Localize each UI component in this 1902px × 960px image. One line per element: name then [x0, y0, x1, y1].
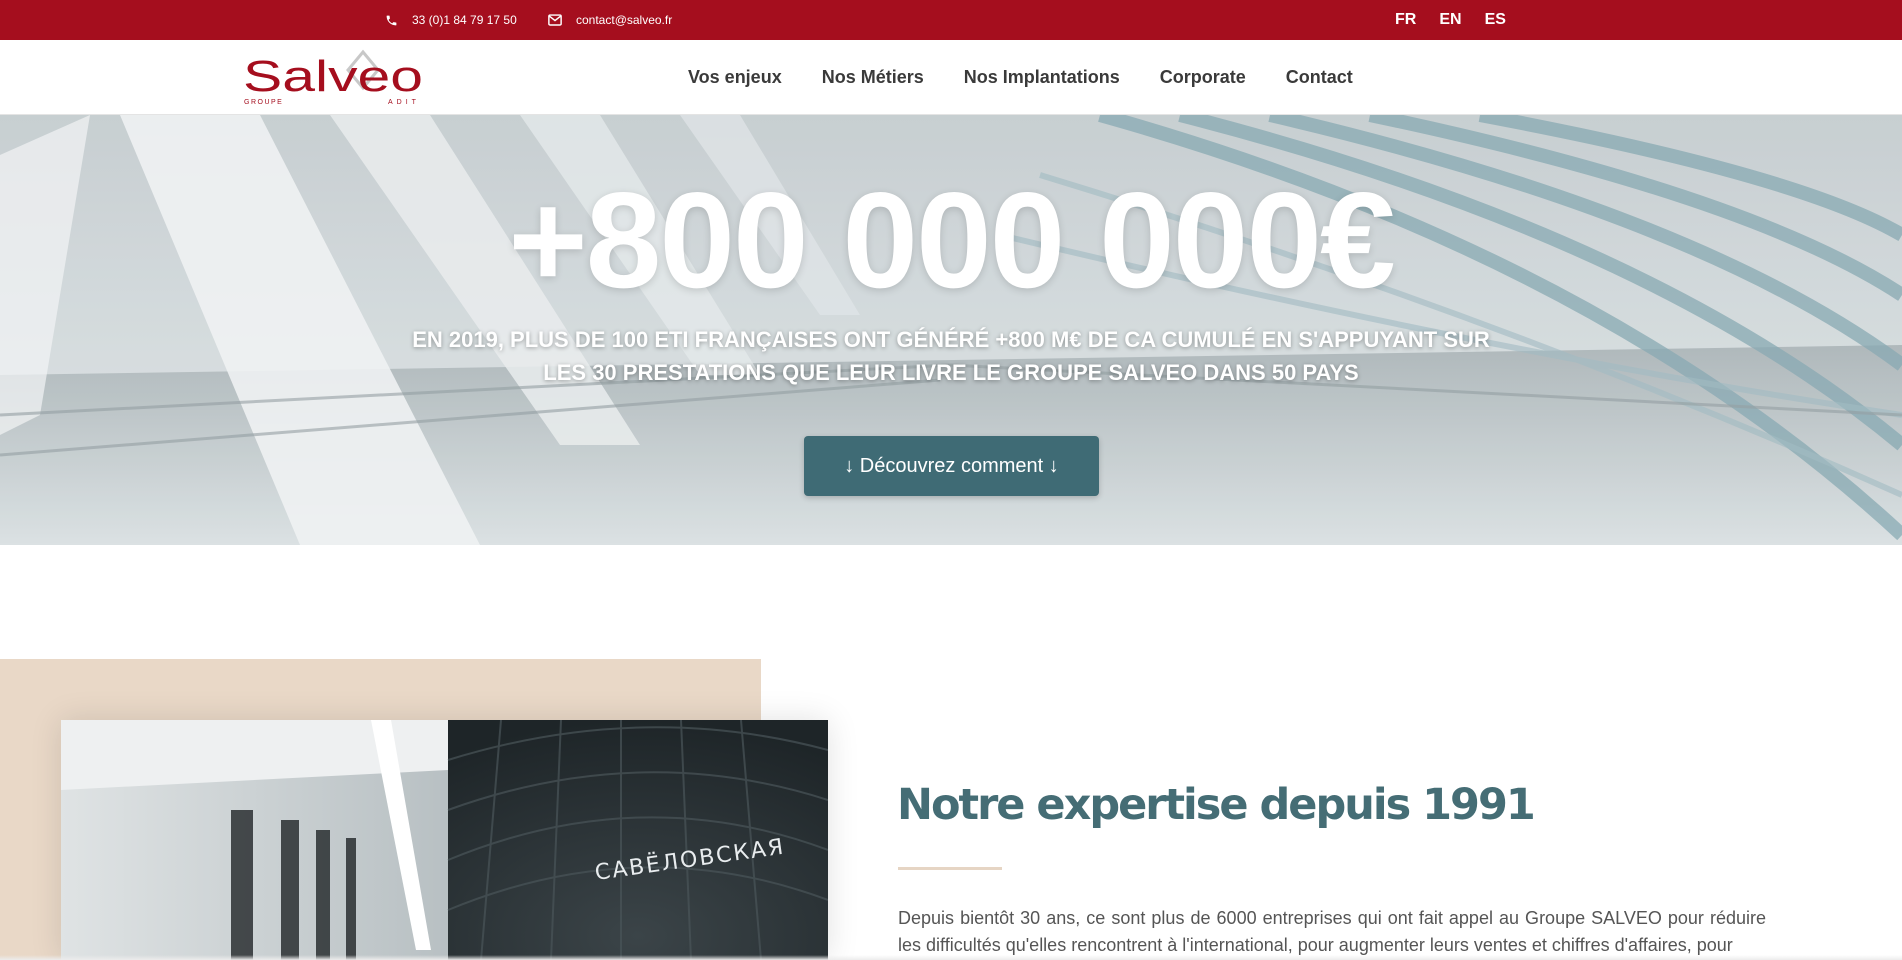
- phone-icon: [386, 15, 397, 25]
- nav-nos-metiers[interactable]: Nos Métiers: [822, 67, 924, 88]
- scroll-edge: [0, 955, 1902, 960]
- main-nav: Vos enjeux Nos Métiers Nos Implantations…: [688, 40, 1393, 115]
- hero-headline: +800 000 000€: [508, 164, 1395, 316]
- salveo-logo[interactable]: Salveo GROUPE ADIT: [243, 48, 425, 106]
- discover-how-button[interactable]: ↓ Découvrez comment ↓: [804, 436, 1099, 496]
- lang-es[interactable]: ES: [1485, 11, 1506, 29]
- nav-corporate[interactable]: Corporate: [1160, 67, 1246, 88]
- hero-subtitle: EN 2019, PLUS DE 100 ETI FRANÇAISES ONT …: [412, 327, 1490, 385]
- nav-nos-implantations[interactable]: Nos Implantations: [964, 67, 1120, 88]
- lang-fr[interactable]: FR: [1395, 11, 1416, 29]
- logo-wordmark: Salveo: [243, 52, 423, 101]
- title-divider: [898, 867, 1002, 870]
- logo-adit: ADIT: [388, 99, 420, 106]
- site-header: Salveo GROUPE ADIT Vos enjeux Nos Métier…: [0, 40, 1902, 115]
- email-contact[interactable]: contact@salveo.fr: [548, 0, 672, 40]
- logo-groupe: GROUPE: [244, 99, 283, 106]
- envelope-icon: [548, 14, 562, 26]
- top-contact-bar: 33 (0)1 84 79 17 50 contact@salveo.fr FR…: [0, 0, 1902, 40]
- phone-number[interactable]: 33 (0)1 84 79 17 50: [412, 13, 517, 27]
- lang-en[interactable]: EN: [1439, 11, 1461, 29]
- email-address[interactable]: contact@salveo.fr: [576, 13, 672, 27]
- language-switcher: FR EN ES: [1395, 0, 1529, 40]
- nav-contact[interactable]: Contact: [1286, 67, 1353, 88]
- expertise-title: Notre expertise depuis 1991: [897, 780, 1536, 830]
- hero-banner: +800 000 000€ EN 2019, PLUS DE 100 ETI F…: [0, 115, 1902, 545]
- expertise-body: Depuis bientôt 30 ans, ce sont plus de 6…: [898, 908, 1766, 955]
- metro-station-photo: САВЁЛОВСКАЯ: [61, 720, 828, 960]
- nav-vos-enjeux[interactable]: Vos enjeux: [688, 67, 782, 88]
- phone-contact[interactable]: 33 (0)1 84 79 17 50: [385, 0, 517, 40]
- metro-station-illustration: САВЁЛОВСКАЯ: [61, 720, 828, 960]
